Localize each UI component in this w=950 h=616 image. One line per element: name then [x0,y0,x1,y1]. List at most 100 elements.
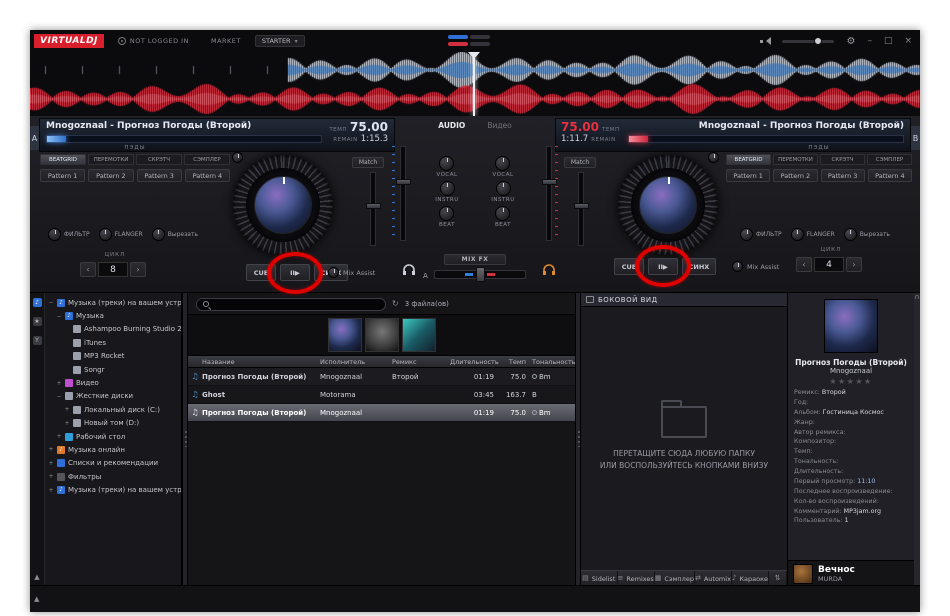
expand-icon[interactable] [48,446,54,453]
tree-item-playlists[interactable]: Списки и рекомендации [45,457,181,470]
deck-b-volume-fader[interactable] [546,146,552,241]
tree-item-disk-c[interactable]: Локальный диск (C:) [45,403,181,416]
pad-tab-scratch[interactable]: СКРЭТЧ [136,154,182,165]
tree-item-songr[interactable]: Songr [45,363,181,376]
tree-item-device-music-2[interactable]: Музыка (треки) на вашем устройстве (1) [45,483,181,496]
deck-a-match-button[interactable]: Match [352,157,384,168]
deck-a-play-button[interactable]: II▶ [280,264,310,281]
pad-tab-seek[interactable]: ПЕРЕМОТКИ [773,154,818,165]
deck-b-play-button[interactable]: II▶ [648,258,678,275]
gear-icon[interactable]: ⚙ [846,36,855,47]
refresh-icon[interactable]: ↻ [392,300,399,308]
pattern-4-button[interactable]: Pattern 4 [868,169,912,182]
album-thumbnail[interactable] [365,318,399,352]
deck-a-pitch-handle[interactable] [366,203,381,209]
loop-half-button[interactable]: ‹ [796,257,812,272]
deck-a-instru-knob[interactable] [440,181,455,196]
deck-a-vocal-knob[interactable] [439,156,454,171]
table-row[interactable]: Ghost Motorama 03:45 163.7 B [188,386,575,404]
folders-icon[interactable] [33,298,42,307]
pad-tab-seek[interactable]: ПЕРЕМОТКИ [88,154,134,165]
deck-a-pitch-slider[interactable] [370,172,376,246]
loop-double-button[interactable]: › [846,257,862,272]
deck-b-vocal-knob[interactable] [495,156,510,171]
pattern-1-button[interactable]: Pattern 1 [40,169,85,182]
karaoke-button[interactable]: Караоке [732,571,769,586]
market-link[interactable]: MARKET [211,37,241,45]
pad-tab-beatgrid[interactable]: BEATGRID [726,154,771,165]
pattern-1-button[interactable]: Pattern 1 [726,169,770,182]
deck-b-pitch-slider[interactable] [578,172,584,246]
deck-a-jog-wheel[interactable] [233,155,333,255]
loop-half-button[interactable]: ‹ [80,262,96,277]
sideview-drop-zone[interactable]: ПЕРЕТАЩИТЕ СЮДА ЛЮБУЮ ПАПКУ ИЛИ ВОСПОЛЬЗ… [581,307,787,570]
tree-item-itunes[interactable]: iTunes [45,336,181,349]
pad-tab-beatgrid[interactable]: BEATGRID [40,154,86,165]
tree-item-ashampoo[interactable]: Ashampoo Burning Studio 2019 [45,323,181,336]
expand-icon[interactable] [56,433,62,440]
search-input[interactable] [213,300,379,308]
scroll-up-icon[interactable]: ▲ [34,573,39,581]
login-status[interactable]: NOT LOGGED IN [130,37,189,45]
mix-assist-knob[interactable] [328,267,339,278]
next-track-bar[interactable]: Вечнос MURDA [788,560,914,586]
deck-a-progress-bar[interactable] [46,135,322,143]
headphone-cue-b-icon[interactable] [542,264,556,276]
tree-item-video[interactable]: Видео [45,376,181,389]
deck-b-instru-knob[interactable] [496,181,511,196]
mix-assist-knob[interactable] [732,261,743,272]
deck-a-cue-button[interactable]: CUE [246,264,276,281]
tree-item-desktop[interactable]: Рабочий стол [45,430,181,443]
scrollbar[interactable]: ∩ [914,293,920,586]
tab-video[interactable]: Видео [487,121,511,130]
close-button[interactable]: × [904,36,912,46]
collapse-icon[interactable] [56,393,62,400]
license-dropdown[interactable]: STARTER [255,35,305,47]
mix-fx-button[interactable]: MIX FX [444,254,506,265]
reorder-button[interactable] [769,571,787,586]
pattern-3-button[interactable]: Pattern 3 [137,169,182,182]
table-row[interactable]: Прогноз Погоды (Второй) Mnogoznaal Второ… [188,368,575,386]
expand-icon[interactable] [56,380,62,387]
crossfader-handle[interactable] [476,267,485,282]
deck-b-progress-bar[interactable] [628,135,904,143]
collapse-icon[interactable] [56,313,62,320]
tab-audio[interactable]: AUDIO [438,121,465,130]
column-name[interactable]: Название [202,358,320,366]
favorites-icon[interactable] [33,317,42,326]
filter-icon[interactable] [33,336,42,345]
sidelist-button[interactable]: Sidelist [581,571,618,586]
tree-item-online-music[interactable]: Музыка онлайн [45,443,181,456]
magnet-icon[interactable]: ∩ [914,293,919,586]
cut-knob[interactable] [844,228,857,241]
pattern-2-button[interactable]: Pattern 2 [773,169,817,182]
deck-a-fader-handle[interactable] [396,179,411,185]
tree-item-mp3rocket[interactable]: MP3 Rocket [45,350,181,363]
expand-icon[interactable] [48,473,54,480]
maximize-button[interactable]: □ [884,36,893,46]
deck-a-mix-assist[interactable]: Mix Assist [328,267,375,278]
search-box[interactable] [196,298,386,311]
pattern-2-button[interactable]: Pattern 2 [88,169,133,182]
headphone-cue-a-icon[interactable] [402,264,416,276]
scroll-up-icon[interactable]: ▲ [34,595,39,603]
expand-icon[interactable] [64,406,70,413]
cut-knob[interactable] [152,228,165,241]
deck-a-volume-fader[interactable] [400,146,406,241]
column-tempo[interactable]: Темп [500,358,532,366]
rating-stars[interactable]: ★★★★★ [829,377,872,386]
deck-a-beat-knob[interactable] [439,206,454,221]
master-volume-slider[interactable] [782,40,834,43]
tree-item-disk-d[interactable]: Новый том (D:) [45,417,181,430]
expand-icon[interactable] [48,460,54,467]
pad-tab-scratch[interactable]: СКРЭТЧ [820,154,865,165]
deck-b-sync-button[interactable]: СИНХ [682,258,716,275]
pad-tab-sampler[interactable]: СЭМПЛЕР [867,154,912,165]
table-row-selected[interactable]: Прогноз Погоды (Второй) Mnogoznaal 01:19… [188,404,575,422]
pad-tab-sampler[interactable]: СЭМПЛЕР [184,154,230,165]
waveform-display[interactable] [30,52,920,116]
deck-b-jog-wheel[interactable] [618,155,718,255]
volume-knob[interactable] [814,37,822,45]
tree-item-device-music[interactable]: Музыка (треки) на вашем устройстве [45,296,181,309]
column-remix[interactable]: Ремикс [392,358,450,366]
